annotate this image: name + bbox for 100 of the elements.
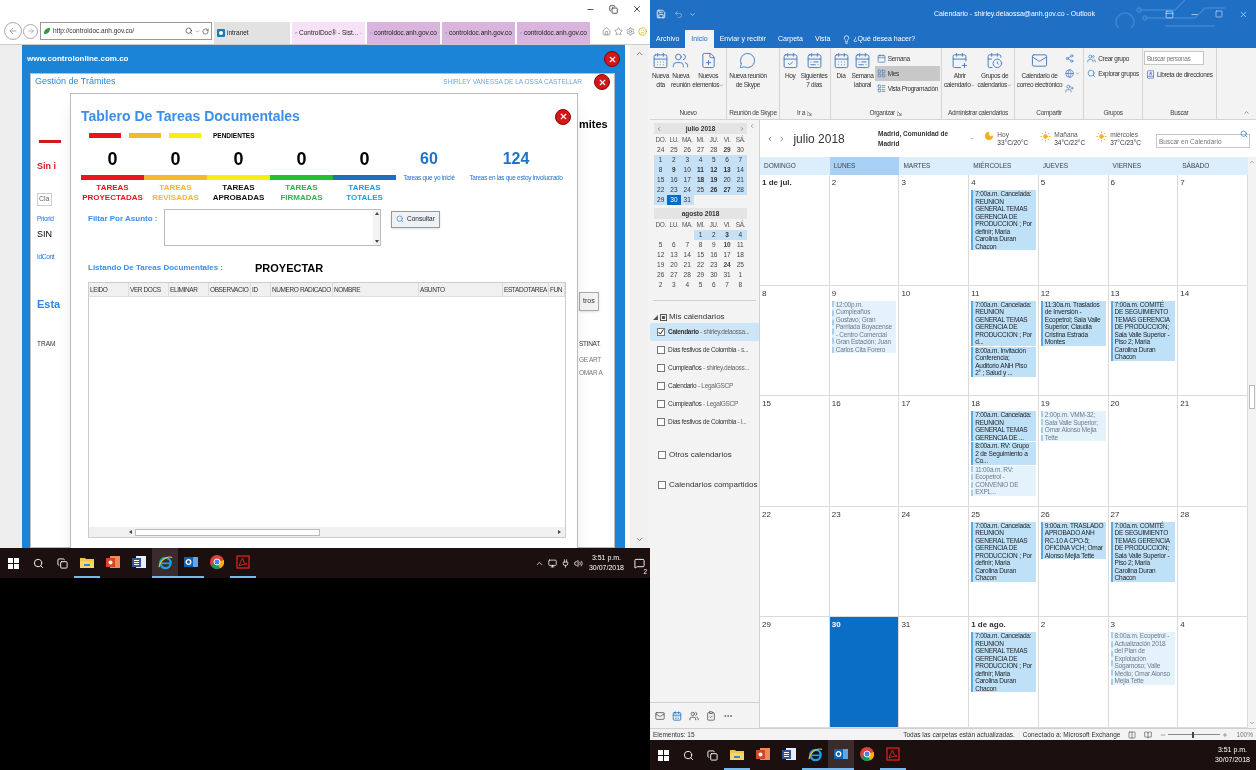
checkbox[interactable] (657, 382, 665, 390)
calendar-icon[interactable] (672, 710, 682, 721)
day-cell[interactable]: 14 (1178, 285, 1248, 396)
clipboard-check-icon[interactable] (706, 710, 716, 721)
listing-label: Listando De Tareas Documentales : (88, 262, 224, 274)
settings-icon[interactable] (626, 26, 635, 36)
day-cell[interactable]: 5 (1038, 175, 1109, 285)
calendar-range-icon (854, 52, 872, 69)
reading-view-icon[interactable] (1144, 730, 1153, 739)
power-icon[interactable] (560, 558, 570, 568)
normal-view-icon[interactable] (1128, 730, 1137, 739)
day-number: 10 (901, 287, 912, 300)
zoom-slider[interactable] (1168, 731, 1221, 738)
day-cell[interactable]: 3 (899, 175, 970, 285)
people-icon (672, 52, 690, 69)
counter-label: TAREAS PROYECTADAS (81, 182, 144, 203)
speaker-icon[interactable] (573, 558, 583, 568)
star-icon[interactable] (614, 26, 623, 36)
scroll-up-icon[interactable] (374, 211, 379, 215)
scroll-thumb[interactable] (1249, 385, 1255, 409)
section-title[interactable]: Otros calendarios (669, 449, 732, 461)
day-number: 14 (1180, 287, 1191, 300)
close-icon[interactable] (632, 4, 642, 14)
mail-icon[interactable] (655, 710, 665, 721)
day-cell[interactable]: 28 (1178, 506, 1248, 617)
collapse-ribbon-icon[interactable] (1243, 109, 1250, 116)
page-text: SIN (37, 228, 52, 241)
chevron-down-icon[interactable] (634, 535, 644, 544)
zoom-in-icon[interactable] (1222, 731, 1229, 738)
expand-triangle-icon[interactable] (653, 314, 658, 320)
search-icon (32, 557, 44, 569)
search-icon[interactable] (185, 27, 193, 35)
day-cell[interactable]: 15 (760, 396, 830, 506)
day-cell[interactable]: 24 (899, 506, 970, 617)
restore-icon[interactable] (609, 4, 618, 14)
day-cell[interactable]: 7 (1178, 175, 1248, 285)
day-cell[interactable]: 29 (760, 617, 830, 727)
save-icon[interactable] (656, 9, 666, 19)
scroll-down-icon[interactable] (374, 239, 379, 243)
day-cell[interactable]: 17 (899, 396, 970, 506)
taskbar-app[interactable] (828, 740, 854, 770)
next-icon[interactable] (777, 134, 786, 143)
people-icon[interactable] (689, 710, 699, 721)
day-cell[interactable]: 2 (1038, 617, 1109, 727)
close-button[interactable] (594, 74, 610, 90)
day-number: 2 (1040, 619, 1047, 632)
checkbox[interactable] (658, 481, 666, 489)
day-cell[interactable]: 30 (829, 617, 900, 727)
scroll-right-icon[interactable] (558, 530, 561, 535)
taskbar-app[interactable] (152, 548, 178, 578)
page-text: mites (579, 117, 608, 132)
scroll-left-icon[interactable] (129, 530, 132, 535)
scroll-thumb[interactable] (135, 528, 320, 536)
day-cell[interactable]: 6 (1108, 175, 1179, 285)
previous-icon[interactable] (766, 134, 774, 143)
day-cell[interactable]: 31 (899, 617, 970, 727)
day-cell[interactable]: 10 (899, 285, 970, 396)
horizontal-scrollbar[interactable] (89, 527, 565, 538)
checkbox[interactable] (658, 451, 666, 459)
circle-logo-icon (210, 555, 224, 569)
day-cell[interactable]: 2 (829, 175, 900, 285)
customize-icon[interactable] (689, 10, 696, 18)
day-cell[interactable]: 4 (1178, 617, 1248, 727)
ribbon-options-icon[interactable] (1165, 9, 1174, 19)
day-cell[interactable]: 8 (760, 285, 830, 396)
checkbox[interactable] (657, 400, 665, 408)
maximize-icon[interactable] (1215, 10, 1223, 18)
close-button[interactable] (604, 51, 620, 67)
counter-value: 0 (170, 147, 181, 171)
day-cell[interactable]: 20 (1108, 396, 1179, 506)
day-cell[interactable]: 21 (1178, 396, 1248, 506)
checkbox[interactable] (657, 328, 665, 336)
day-number: 3 (901, 177, 907, 189)
day-cell[interactable]: 16 (829, 396, 900, 506)
day-cell[interactable]: 1 de jul. (760, 175, 830, 285)
checkbox[interactable] (657, 346, 665, 354)
dialog-title: Tablero De Tareas Documentales (81, 107, 300, 126)
section-title[interactable]: Calendarios compartidos (669, 479, 758, 491)
network-icon[interactable] (547, 558, 557, 568)
document-app-icon (132, 555, 146, 569)
counter-label: TAREAS TOTALES (345, 182, 384, 203)
day-cell[interactable]: 23 (829, 506, 900, 617)
launcher-icon[interactable] (896, 110, 902, 116)
day-cell[interactable]: 22 (760, 506, 830, 617)
caret-icon (719, 82, 725, 88)
day-number: 11 (971, 287, 981, 300)
search-icon[interactable] (1240, 129, 1248, 138)
day-number: 25 (971, 508, 982, 521)
zoom-thumb[interactable] (1191, 731, 1194, 738)
subject-field[interactable] (164, 208, 381, 246)
checkbox[interactable] (657, 418, 665, 426)
close-button[interactable] (555, 108, 571, 125)
launcher-icon[interactable] (807, 110, 813, 116)
refresh-icon[interactable] (202, 27, 209, 35)
counter-label: TAREAS REVISADAS (151, 182, 200, 203)
day-number: 17 (901, 398, 912, 411)
home-icon[interactable] (602, 26, 611, 36)
checkbox[interactable] (657, 364, 665, 372)
caret-icon (1075, 71, 1081, 76)
scrollbar[interactable] (1248, 157, 1256, 728)
